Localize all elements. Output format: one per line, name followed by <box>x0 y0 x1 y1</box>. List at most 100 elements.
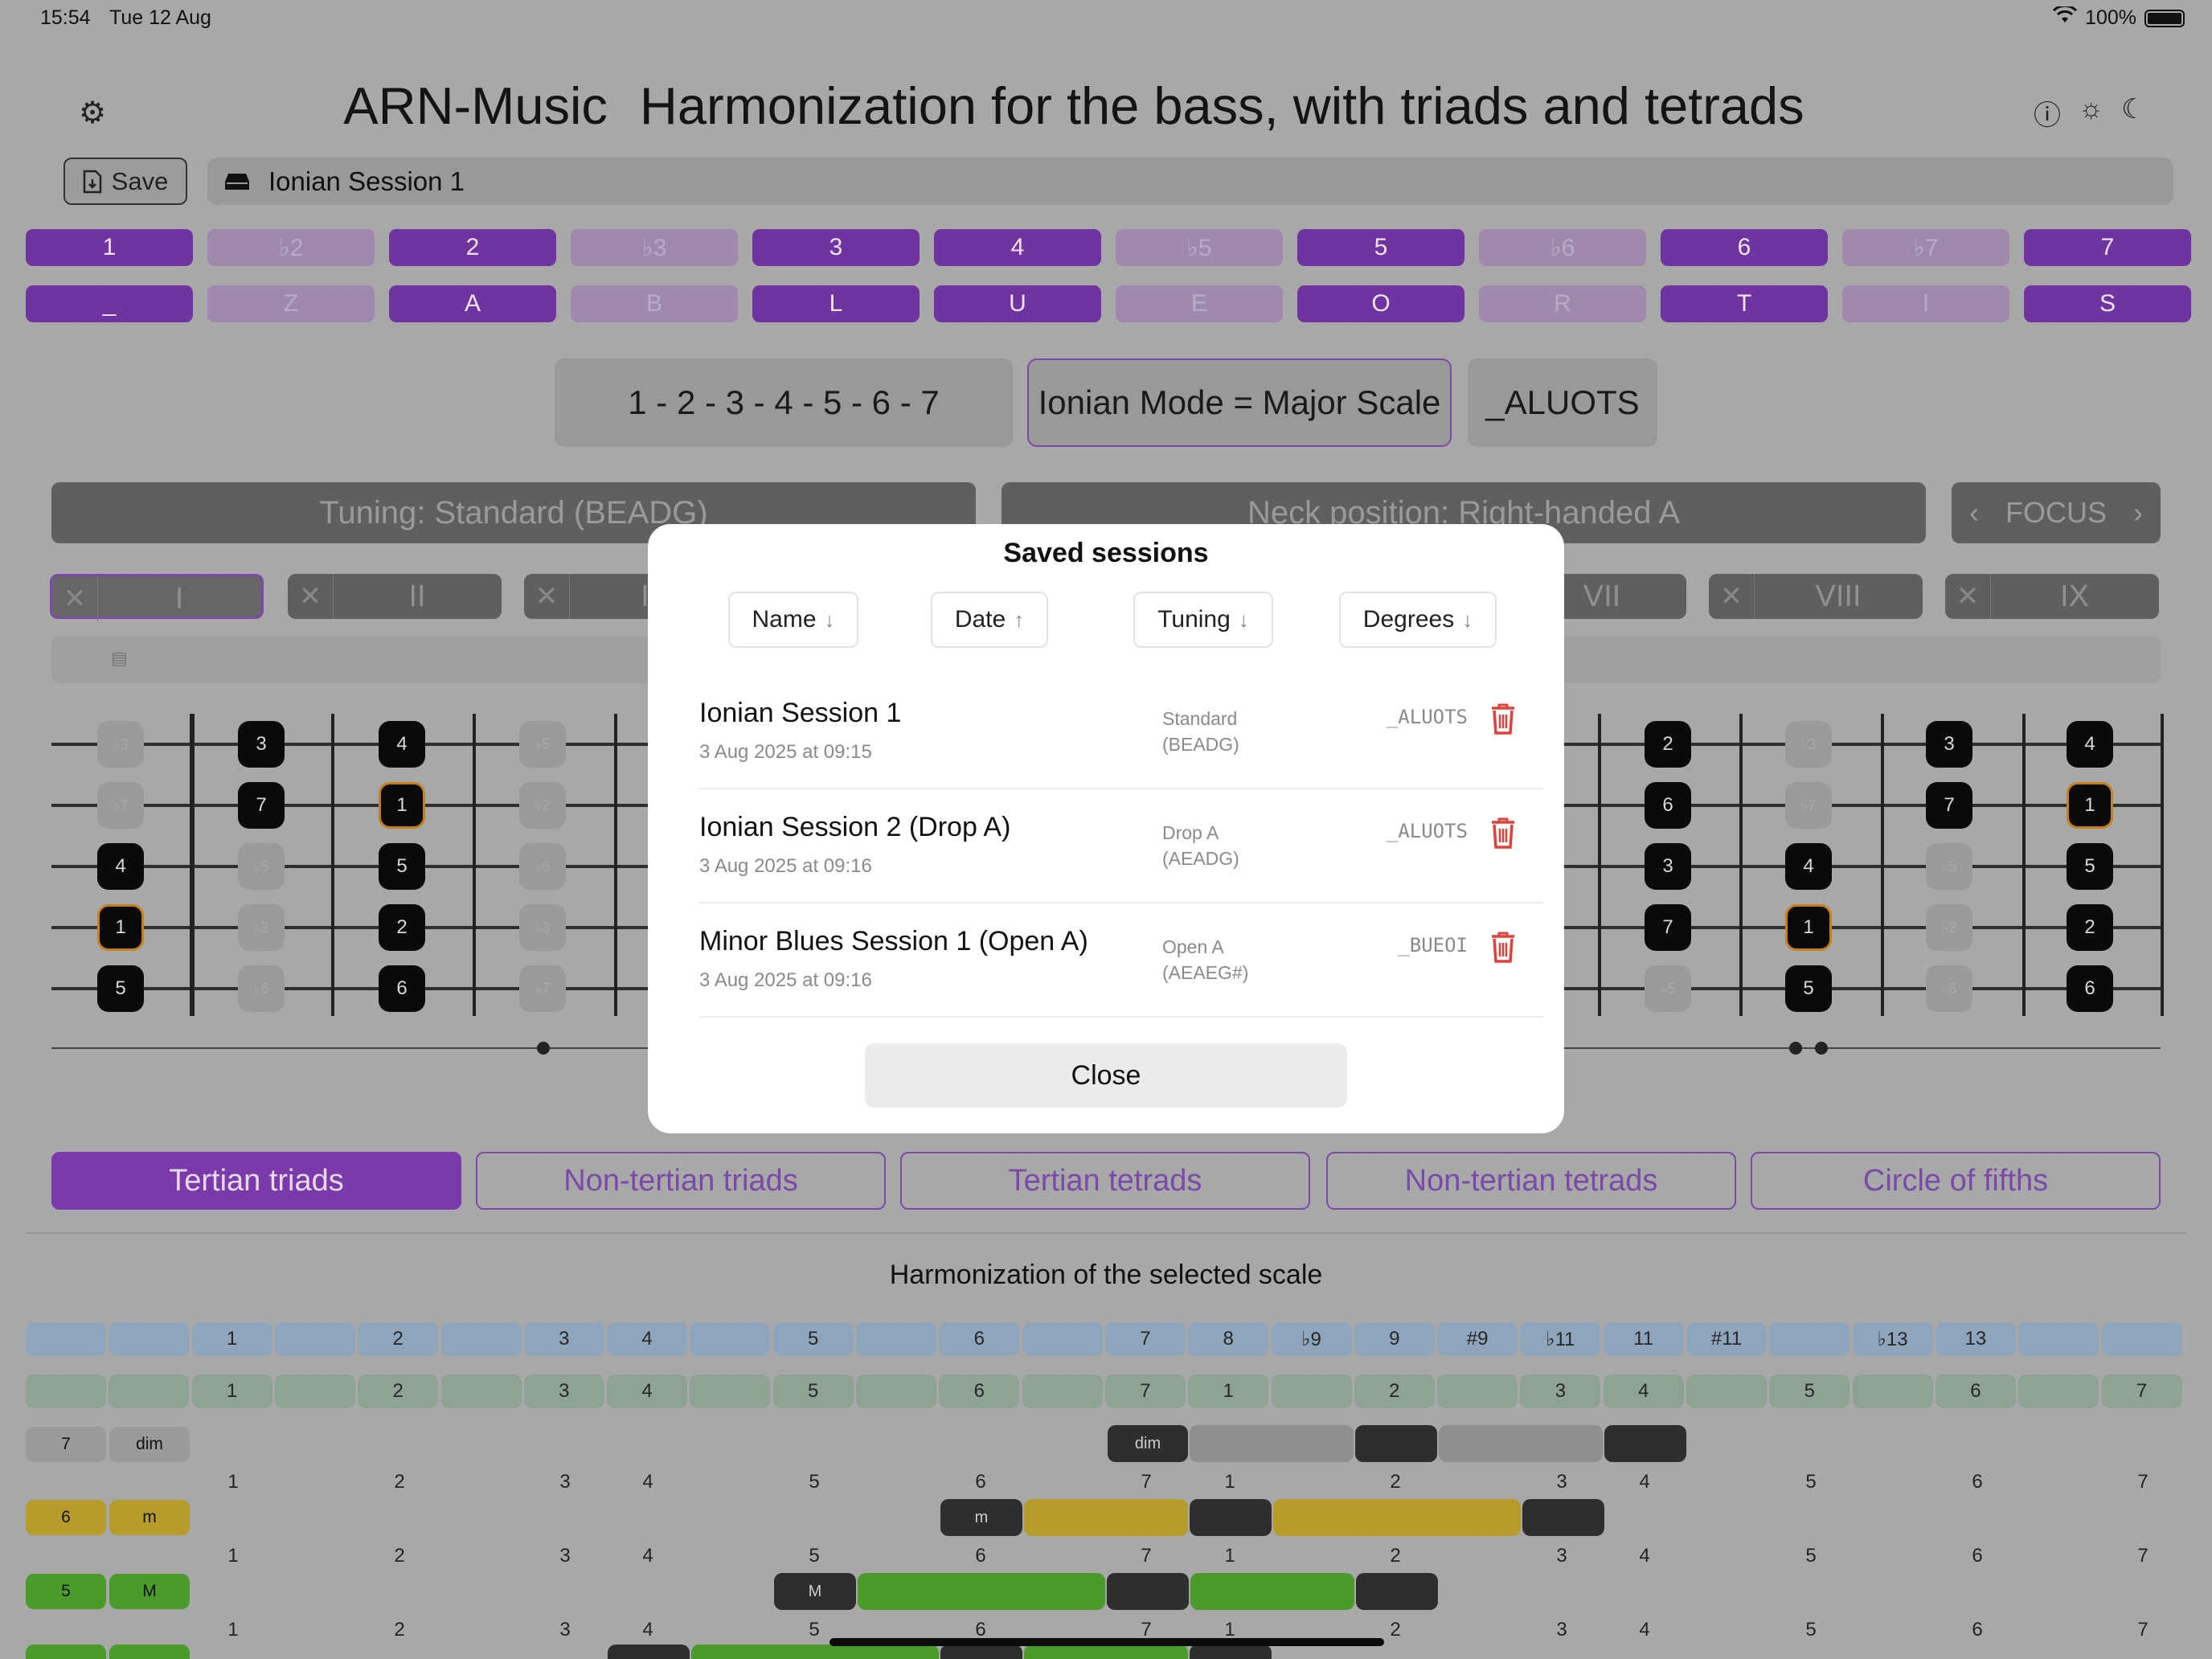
sort-date-button[interactable]: Date ↑ <box>931 592 1048 648</box>
scale-note[interactable]: ♭6 <box>519 843 566 890</box>
trash-icon[interactable] <box>1487 815 1519 850</box>
close-icon[interactable]: ✕ <box>524 574 570 619</box>
scale-note[interactable]: 6 <box>1645 782 1691 829</box>
scale-note[interactable]: ♭6 <box>238 965 285 1012</box>
tab-tertian-triads[interactable]: Tertian triads <box>51 1152 461 1210</box>
scale-mode-card[interactable]: Ionian Mode = Major Scale <box>1027 358 1452 447</box>
close-button[interactable]: Close <box>865 1043 1347 1108</box>
degree-button[interactable]: ♭5 <box>1116 229 1283 266</box>
sort-degrees-button[interactable]: Degrees ↓ <box>1339 592 1497 648</box>
scale-note[interactable]: 7 <box>1645 904 1691 951</box>
scale-code-card[interactable]: _ALUOTS <box>1468 358 1657 447</box>
root-note[interactable]: 1 <box>379 782 425 829</box>
position-button-9[interactable]: ✕ IX <box>1945 574 2159 619</box>
position-button-1[interactable]: ✕ I <box>50 574 264 621</box>
light-mode-icon[interactable]: ☼ <box>2079 93 2103 133</box>
close-icon[interactable]: ✕ <box>1945 574 1991 619</box>
scale-note[interactable]: ♭2 <box>238 904 285 951</box>
tab-circle-of-fifths[interactable]: Circle of fifths <box>1751 1152 2161 1210</box>
degree-letter-button[interactable]: E <box>1116 285 1283 322</box>
scale-note[interactable]: 5 <box>2067 843 2113 890</box>
close-icon[interactable]: ✕ <box>52 576 98 621</box>
scale-note[interactable]: 5 <box>97 965 144 1012</box>
scale-note[interactable]: 3 <box>1926 721 1972 768</box>
scale-note[interactable]: ♭5 <box>1645 965 1691 1012</box>
scale-note[interactable]: 3 <box>238 721 285 768</box>
scale-note[interactable]: ♭2 <box>519 782 566 829</box>
session-row[interactable]: Ionian Session 2 (Drop A) 3 Aug 2025 at 0… <box>699 789 1543 903</box>
tab-tertian-tetrads[interactable]: Tertian tetrads <box>900 1152 1310 1210</box>
degree-button[interactable]: 2 <box>389 229 556 266</box>
scale-note[interactable]: ♭2 <box>1926 904 1972 951</box>
degree-letter-button[interactable]: O <box>1297 285 1464 322</box>
degree-button[interactable]: ♭3 <box>571 229 738 266</box>
degree-letter-button[interactable]: A <box>389 285 556 322</box>
scale-note[interactable]: ♭5 <box>1926 843 1972 890</box>
calendar-icon[interactable]: ▤ <box>111 648 128 669</box>
degree-button[interactable]: 3 <box>752 229 920 266</box>
sort-tuning-button[interactable]: Tuning ↓ <box>1133 592 1273 648</box>
degree-button[interactable]: ♭2 <box>207 229 375 266</box>
position-button-8[interactable]: ✕ VIII <box>1709 574 1923 619</box>
degree-button[interactable]: 1 <box>26 229 193 266</box>
degree-letter-button[interactable]: _ <box>26 285 193 322</box>
scale-note[interactable]: ♭7 <box>1785 782 1832 829</box>
sort-name-button[interactable]: Name ↓ <box>728 592 858 648</box>
scale-note[interactable]: 4 <box>379 721 425 768</box>
close-icon[interactable]: ✕ <box>1709 574 1755 619</box>
dark-mode-icon[interactable]: ☾ <box>2121 93 2145 133</box>
degree-letter-button[interactable]: I <box>1842 285 2009 322</box>
degree-letter-button[interactable]: Z <box>207 285 375 322</box>
chevron-left-icon[interactable]: ‹ <box>1969 496 1979 530</box>
session-row[interactable]: Minor Blues Session 1 (Open A) 3 Aug 2025… <box>699 903 1543 1018</box>
close-icon[interactable]: ✕ <box>288 574 334 619</box>
degree-button[interactable]: 6 <box>1661 229 1828 266</box>
scale-note[interactable]: ♭6 <box>1926 965 1972 1012</box>
scale-note[interactable]: 5 <box>1785 965 1832 1012</box>
degree-button[interactable]: ♭6 <box>1479 229 1646 266</box>
scale-note[interactable]: 4 <box>97 843 144 890</box>
scale-note[interactable]: 6 <box>379 965 425 1012</box>
scale-note[interactable]: 7 <box>238 782 285 829</box>
degree-letter-button[interactable]: L <box>752 285 920 322</box>
degree-button[interactable]: 4 <box>934 229 1101 266</box>
scale-note[interactable]: ♭7 <box>97 782 144 829</box>
scale-note[interactable]: ♭5 <box>238 843 285 890</box>
scale-note[interactable]: 5 <box>379 843 425 890</box>
session-name-field[interactable]: Ionian Session 1 <box>207 158 2173 205</box>
scale-note[interactable]: 3 <box>1645 843 1691 890</box>
info-icon[interactable]: ⓘ <box>2034 93 2061 133</box>
scale-note[interactable]: ♭7 <box>519 965 566 1012</box>
chevron-right-icon[interactable]: › <box>2133 496 2143 530</box>
scale-note[interactable]: 2 <box>1645 721 1691 768</box>
scale-note[interactable]: ♭5 <box>519 721 566 768</box>
scale-note[interactable]: 2 <box>379 904 425 951</box>
degree-letter-button[interactable]: S <box>2024 285 2191 322</box>
degree-letter-button[interactable]: R <box>1479 285 1646 322</box>
scale-note[interactable]: ♭3 <box>519 904 566 951</box>
session-row[interactable]: Ionian Session 1 3 Aug 2025 at 09:15 Stand… <box>699 675 1543 789</box>
scale-note[interactable]: 2 <box>2067 904 2113 951</box>
position-button-2[interactable]: ✕ II <box>288 574 502 619</box>
degree-button[interactable]: 7 <box>2024 229 2191 266</box>
tab-non-tertian-triads[interactable]: Non-tertian triads <box>476 1152 886 1210</box>
scale-note[interactable]: ♭3 <box>1785 721 1832 768</box>
trash-icon[interactable] <box>1487 929 1519 965</box>
scale-formula-card[interactable]: 1 - 2 - 3 - 4 - 5 - 6 - 7 <box>555 358 1013 447</box>
root-note[interactable]: 1 <box>1785 904 1832 951</box>
degree-button[interactable]: ♭7 <box>1842 229 2009 266</box>
save-button[interactable]: Save <box>63 158 187 205</box>
degree-button[interactable]: 5 <box>1297 229 1464 266</box>
tab-non-tertian-tetrads[interactable]: Non-tertian tetrads <box>1326 1152 1736 1210</box>
scale-note[interactable]: ♭3 <box>97 721 144 768</box>
scale-note[interactable]: 4 <box>2067 721 2113 768</box>
root-note[interactable]: 1 <box>97 904 144 951</box>
scale-note[interactable]: 6 <box>2067 965 2113 1012</box>
degree-letter-button[interactable]: B <box>571 285 738 322</box>
root-note[interactable]: 1 <box>2067 782 2113 829</box>
scale-note[interactable]: 4 <box>1785 843 1832 890</box>
scale-note[interactable]: 7 <box>1926 782 1972 829</box>
degree-letter-button[interactable]: T <box>1661 285 1828 322</box>
degree-letter-button[interactable]: U <box>934 285 1101 322</box>
trash-icon[interactable] <box>1487 701 1519 736</box>
